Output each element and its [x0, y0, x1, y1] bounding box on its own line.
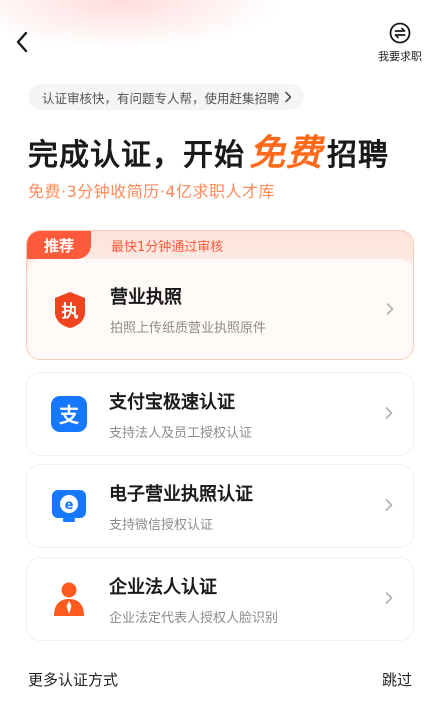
business-license-icon: 执: [50, 290, 90, 330]
page-title-highlight: 免费: [249, 133, 324, 174]
method-alipay[interactable]: 支 支付宝极速认证 支持法人及员工授权认证: [26, 372, 414, 456]
more-methods-link[interactable]: 更多认证方式: [28, 669, 118, 690]
page-title: 完成认证，开始 免费 招聘: [28, 124, 389, 176]
chevron-right-icon: [385, 405, 393, 424]
page-title-part1: 完成认证，开始: [28, 138, 245, 173]
switch-to-job-seeker-button[interactable]: 我要求职: [374, 22, 426, 64]
method-title: 支付宝极速认证: [109, 391, 235, 413]
chevron-right-icon: [284, 91, 292, 103]
back-button[interactable]: [10, 28, 34, 56]
page-subtitle: 免费·3分钟收简历·4亿求职人才库: [28, 182, 276, 201]
swap-circle-icon: [389, 22, 411, 44]
recommend-note: 最快1分钟通过审核: [111, 240, 224, 255]
chevron-right-icon: [386, 300, 394, 319]
method-legal-person[interactable]: 企业法人认证 企业法定代表人授权人脸识别: [26, 557, 414, 641]
svg-text:支: 支: [59, 403, 80, 427]
recommend-card-container: 推荐 最快1分钟通过审核 执 营业执照 拍照上传纸质营业执照原件: [26, 230, 414, 360]
alipay-icon: 支: [49, 394, 89, 434]
skip-button[interactable]: 跳过: [382, 669, 412, 690]
page-title-part2: 招聘: [327, 138, 390, 173]
chevron-right-icon: [385, 590, 393, 609]
method-desc: 企业法定代表人授权人脸识别: [109, 610, 279, 626]
method-desc: 拍照上传纸质营业执照原件: [110, 321, 267, 336]
method-business-license[interactable]: 执 营业执照 拍照上传纸质营业执照原件: [28, 259, 413, 359]
chevron-right-icon: [385, 497, 393, 516]
method-e-license[interactable]: e 电子营业执照认证 支持微信授权认证: [26, 464, 414, 548]
tip-banner[interactable]: 认证审核快，有问题专人帮，使用赶集招聘: [28, 84, 304, 110]
svg-text:执: 执: [62, 301, 79, 322]
method-title: 营业执照: [110, 287, 182, 308]
e-license-icon: e: [49, 486, 89, 526]
method-desc: 支持法人及员工授权认证: [109, 425, 253, 441]
svg-text:e: e: [65, 498, 74, 513]
method-desc: 支持微信授权认证: [109, 517, 214, 533]
switch-to-job-seeker-label: 我要求职: [378, 50, 422, 63]
chevron-left-icon: [16, 31, 28, 53]
method-title: 电子营业执照认证: [109, 483, 253, 505]
tip-text: 认证审核快，有问题专人帮，使用赶集招聘: [42, 90, 280, 106]
recommend-badge: 推荐: [27, 231, 91, 259]
legal-person-icon: [49, 579, 89, 619]
method-title: 企业法人认证: [109, 576, 217, 598]
